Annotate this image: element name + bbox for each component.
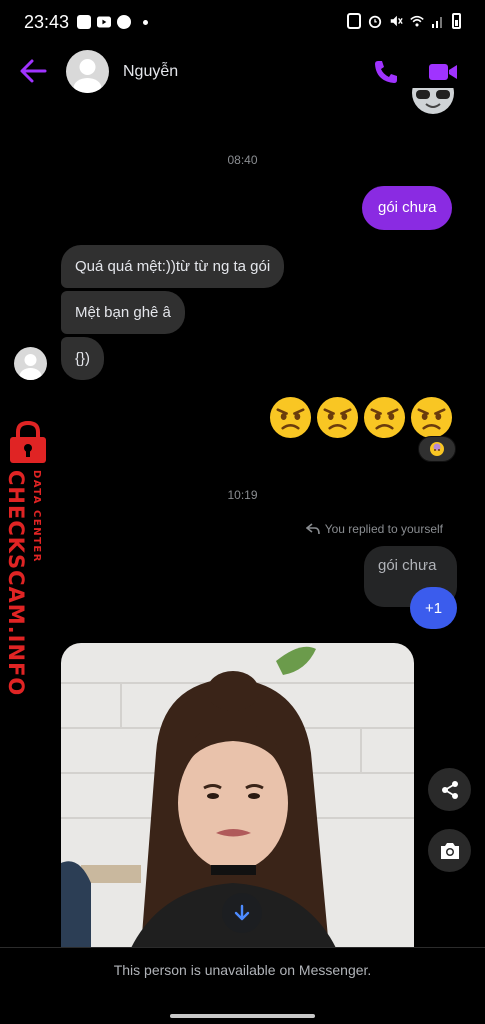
message-timestamp: 08:40 xyxy=(227,153,258,167)
status-bar: 23:43 xyxy=(0,0,485,46)
angry-face-emoji-icon xyxy=(363,396,406,439)
back-arrow-icon[interactable] xyxy=(18,58,48,84)
battery-icon xyxy=(452,13,461,29)
outgoing-message[interactable]: gói chưa xyxy=(362,186,453,230)
outgoing-message[interactable]: +1 xyxy=(410,587,457,629)
phone-call-icon[interactable] xyxy=(372,58,400,86)
wifi-icon xyxy=(410,15,424,27)
default-avatar-icon xyxy=(73,59,102,93)
watermark: CHECKSCAM.INFO DATA CENTER xyxy=(2,420,54,696)
video-call-icon[interactable] xyxy=(427,59,459,85)
padlock-logo-icon xyxy=(10,420,46,463)
gallery-icon xyxy=(77,15,91,29)
arrow-down-icon xyxy=(234,904,250,921)
sweat-face-emoji-icon xyxy=(430,442,444,456)
home-indicator[interactable] xyxy=(170,1014,315,1018)
watermark-tagline: DATA CENTER xyxy=(31,470,42,563)
message-reaction[interactable] xyxy=(418,436,456,462)
incoming-message[interactable]: Quá quá mệt:))từ từ ng ta gói xyxy=(61,245,285,288)
notification-dot xyxy=(143,19,148,25)
default-avatar-icon xyxy=(19,354,42,380)
composer-area: This person is unavailable on Messenger. xyxy=(0,947,485,1024)
incoming-message[interactable]: Mệt bạn ghê â xyxy=(61,291,185,334)
emoji-message[interactable] xyxy=(269,396,453,439)
status-time: 23:43 xyxy=(24,12,70,32)
mute-icon xyxy=(390,15,403,27)
messenger-icon xyxy=(117,15,131,29)
angry-face-emoji-icon xyxy=(410,396,453,439)
sender-avatar[interactable] xyxy=(14,347,47,380)
signal-icon xyxy=(432,17,442,28)
angry-face-emoji-icon xyxy=(316,396,359,439)
watermark-brand: CHECKSCAM.INFO xyxy=(4,470,28,697)
sunglasses-emoji-icon xyxy=(412,88,454,114)
message-timestamp: 10:19 xyxy=(227,488,258,502)
recycle-icon xyxy=(347,13,361,29)
camera-button[interactable] xyxy=(428,829,471,872)
incoming-message[interactable]: {}) xyxy=(61,337,105,380)
alarm-icon xyxy=(368,15,382,28)
scroll-to-bottom-button[interactable] xyxy=(222,893,262,933)
unavailable-notice: This person is unavailable on Messenger. xyxy=(113,962,372,978)
reply-arrow-icon xyxy=(305,523,320,535)
camera-icon xyxy=(440,842,459,859)
angry-face-emoji-icon xyxy=(269,396,312,439)
reply-note-text: You replied to yourself xyxy=(324,522,443,536)
share-icon xyxy=(441,780,458,799)
youtube-icon xyxy=(97,16,111,28)
share-button[interactable] xyxy=(428,768,471,811)
reply-indicator: You replied to yourself xyxy=(305,522,443,536)
contact-name[interactable]: Nguyễn xyxy=(123,63,178,81)
contact-avatar[interactable] xyxy=(66,50,109,93)
